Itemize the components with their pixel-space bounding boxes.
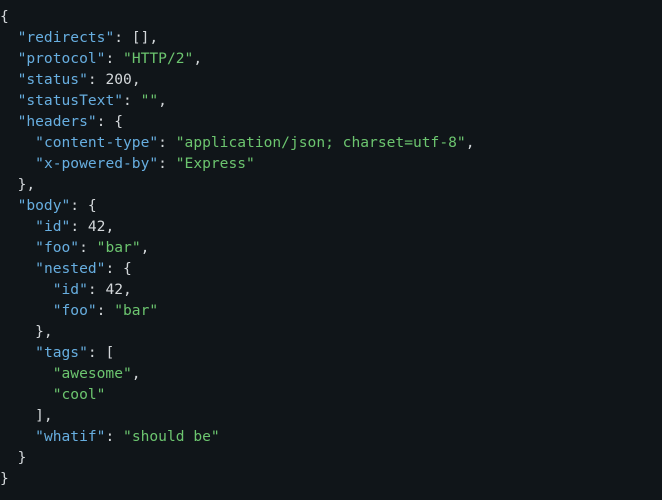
json-punctuation [0, 134, 35, 151]
json-punctuation: : [158, 155, 176, 172]
code-line: "cool" [0, 384, 662, 405]
code-line: ], [0, 405, 662, 426]
json-string-value: "Express" [175, 155, 255, 172]
json-punctuation [0, 113, 18, 130]
json-punctuation: : { [70, 197, 97, 214]
json-key: "statusText" [17, 92, 124, 109]
json-punctuation: , [193, 50, 203, 67]
code-line: "whatif": "should be" [0, 426, 662, 447]
json-response-viewer: { "redirects": [], "protocol": "HTTP/2",… [0, 0, 662, 500]
code-line: "x-powered-by": "Express" [0, 153, 662, 174]
json-punctuation: : [70, 218, 88, 235]
json-punctuation [0, 281, 53, 298]
json-punctuation: : [105, 50, 124, 67]
json-punctuation: : { [105, 260, 132, 277]
json-punctuation: : { [96, 113, 124, 130]
code-line: "nested": { [0, 258, 662, 279]
code-line: } [0, 468, 662, 489]
json-punctuation: }, [0, 176, 36, 193]
code-line: "body": { [0, 195, 662, 216]
json-punctuation [0, 365, 53, 382]
json-number-value: 200 [105, 71, 132, 88]
json-key: "redirects" [17, 29, 115, 46]
code-line: "foo": "bar", [0, 237, 662, 258]
json-punctuation [0, 386, 53, 403]
json-punctuation: } [0, 449, 27, 466]
json-punctuation: } [0, 470, 9, 487]
json-punctuation: , [131, 365, 141, 382]
code-line: "headers": { [0, 111, 662, 132]
json-punctuation: , [158, 92, 167, 109]
json-string-value: "awesome" [52, 365, 132, 382]
json-key: "nested" [35, 260, 106, 277]
code-line: { [0, 6, 662, 27]
json-key: "foo" [52, 302, 97, 319]
json-punctuation: : [], [114, 29, 159, 46]
json-key: "id" [35, 218, 71, 235]
json-key: "foo" [35, 239, 80, 256]
json-string-value: "HTTP/2" [123, 50, 194, 67]
json-string-value: "application/json; charset=utf-8" [175, 134, 466, 151]
json-punctuation: , [140, 239, 150, 256]
json-punctuation: , [105, 218, 115, 235]
json-punctuation: : [87, 71, 106, 88]
json-punctuation [0, 239, 35, 256]
json-punctuation [0, 92, 18, 109]
json-punctuation [0, 260, 35, 277]
code-line: }, [0, 321, 662, 342]
json-punctuation: , [465, 134, 475, 151]
json-key: "body" [17, 197, 71, 214]
json-punctuation [0, 218, 35, 235]
json-punctuation: , [131, 71, 141, 88]
json-punctuation: : [ [87, 344, 115, 361]
json-punctuation: : [123, 92, 141, 109]
json-punctuation [0, 344, 35, 361]
json-punctuation: }, [0, 323, 53, 340]
json-key: "protocol" [17, 50, 106, 67]
code-line: "id": 42, [0, 279, 662, 300]
json-punctuation: : [96, 302, 115, 319]
json-number-value: 42 [105, 281, 124, 298]
code-line: "protocol": "HTTP/2", [0, 48, 662, 69]
code-line: "status": 200, [0, 69, 662, 90]
code-line: "foo": "bar" [0, 300, 662, 321]
json-punctuation [0, 50, 18, 67]
code-line: "redirects": [], [0, 27, 662, 48]
json-punctuation [0, 428, 35, 445]
json-key: "whatif" [35, 428, 106, 445]
json-key: "x-powered-by" [35, 155, 159, 172]
code-line: "tags": [ [0, 342, 662, 363]
json-punctuation [0, 197, 18, 214]
json-string-value: "" [140, 92, 159, 109]
json-string-value: "bar" [96, 239, 141, 256]
json-punctuation: : [158, 134, 176, 151]
code-line: } [0, 447, 662, 468]
code-line: "content-type": "application/json; chars… [0, 132, 662, 153]
json-punctuation: ], [0, 407, 53, 424]
code-line: }, [0, 174, 662, 195]
json-punctuation: : [79, 239, 97, 256]
json-punctuation [0, 155, 35, 172]
json-string-value: "should be" [123, 428, 220, 445]
code-line: "id": 42, [0, 216, 662, 237]
json-punctuation: { [0, 8, 9, 25]
code-line: "awesome", [0, 363, 662, 384]
json-punctuation [0, 302, 53, 319]
json-punctuation: , [123, 281, 132, 298]
code-line: "statusText": "", [0, 90, 662, 111]
json-key: "headers" [17, 113, 97, 130]
json-punctuation: : [105, 428, 124, 445]
json-punctuation [0, 29, 18, 46]
json-key: "id" [52, 281, 88, 298]
json-key: "content-type" [35, 134, 159, 151]
json-number-value: 42 [87, 218, 106, 235]
json-string-value: "cool" [52, 386, 106, 403]
json-punctuation [0, 71, 18, 88]
json-key: "tags" [35, 344, 88, 361]
json-punctuation: : [87, 281, 106, 298]
json-string-value: "bar" [114, 302, 159, 319]
json-key: "status" [17, 71, 88, 88]
